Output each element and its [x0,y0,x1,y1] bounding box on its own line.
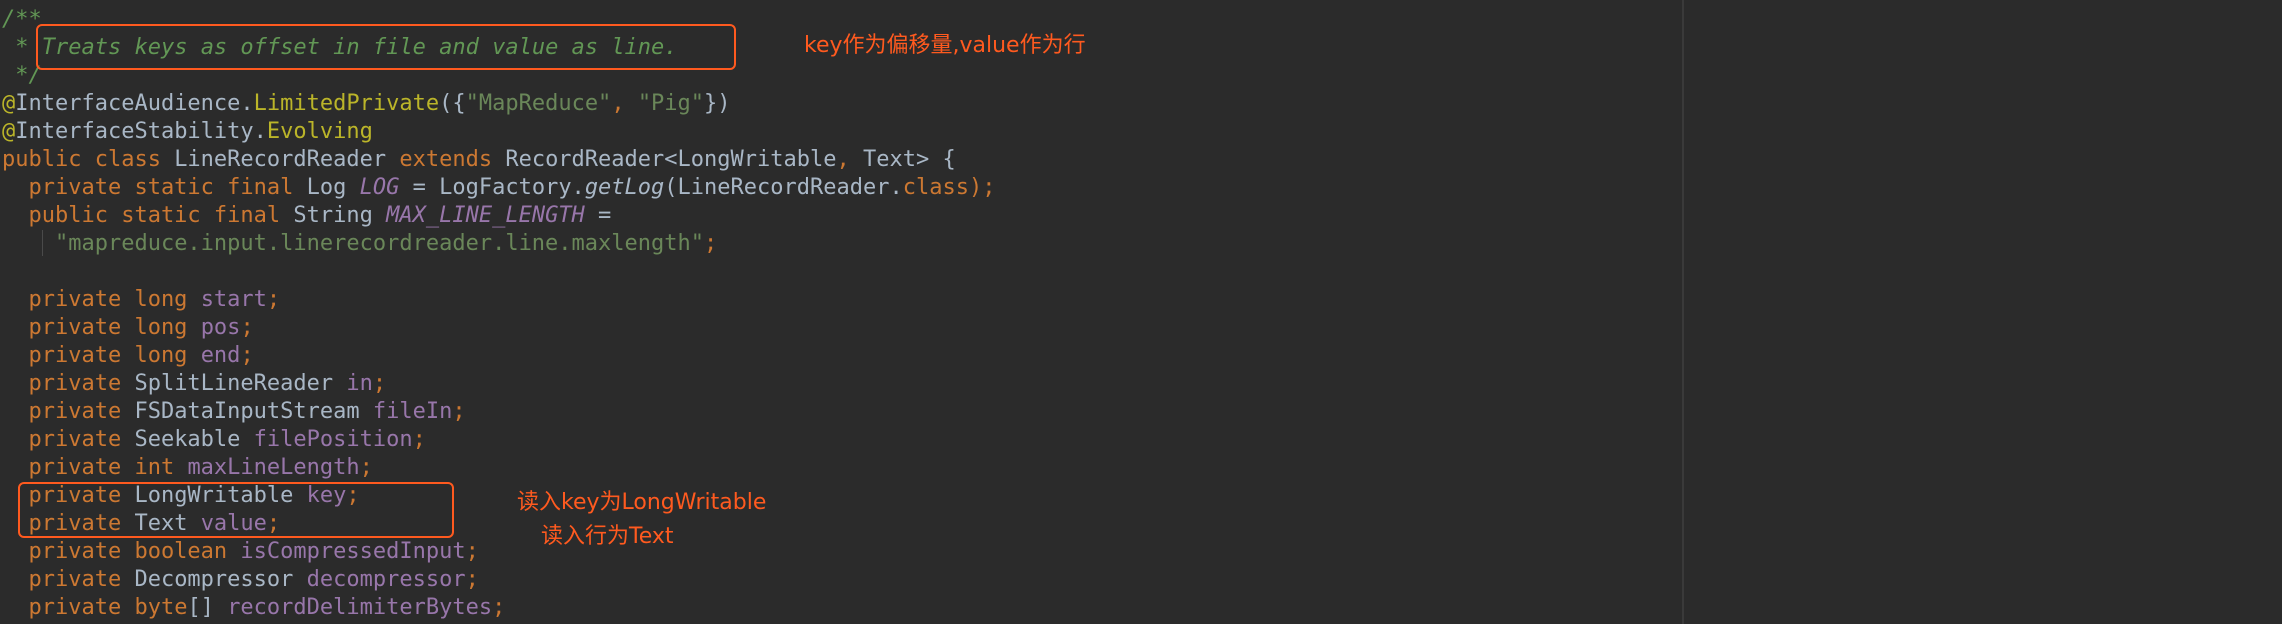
code-token: class [902,175,969,200]
code-token: , [836,147,863,172]
code-token: ; [465,567,479,592]
code-token: MAX_LINE_LENGTH [386,203,585,228]
code-token: ; [240,343,254,368]
code-token: byte [134,595,188,620]
code-token: private long [2,315,201,340]
code-token: ; [412,427,426,452]
code-token: (LineRecordReader. [664,175,903,200]
code-token: ; [492,595,506,620]
code-token: ; [465,539,479,564]
code-token: , [611,91,638,116]
code-token: getLog [584,175,665,200]
highlight-box-key-value [18,482,454,538]
code-token: InterfaceStability. [15,119,267,144]
code-line[interactable]: @InterfaceStability.Evolving [2,118,995,146]
code-token: Text> { [862,147,956,172]
code-line[interactable]: private Seekable filePosition; [2,426,995,454]
code-token: pos [200,315,241,340]
code-token: fileIn [372,399,453,424]
code-line[interactable]: private SplitLineReader in; [2,370,995,398]
code-token: private [2,427,135,452]
code-line[interactable]: private long start; [2,286,995,314]
code-token: private int [2,455,188,480]
code-token: }) [704,91,731,116]
code-token: private [2,595,135,620]
code-line[interactable]: private Decompressor decompressor; [2,566,995,594]
code-token: ; [372,371,387,396]
code-token: "Pig" [637,91,705,116]
code-token: ; [704,231,718,256]
code-token: = [584,203,612,228]
code-line[interactable]: private byte[] recordDelimiterBytes; [2,594,995,622]
code-token: "MapReduce" [465,91,612,116]
code-token: public class [2,147,175,172]
code-token: isCompressedInput [240,539,466,564]
code-line[interactable]: private boolean isCompressedInput; [2,538,995,566]
code-token: LimitedPrivate [253,91,440,116]
code-line[interactable]: private long end; [2,342,995,370]
code-line[interactable]: "mapreduce.input.linerecordreader.line.m… [2,230,995,258]
code-token: = LogFactory. [399,175,585,200]
code-line[interactable]: private int maxLineLength; [2,454,995,482]
code-token: LOG [359,175,400,200]
code-token: extends [399,147,506,172]
code-token: RecordReader<LongWritable [505,147,837,172]
code-line[interactable]: private long pos; [2,314,995,342]
code-token: LineRecordReader [174,147,400,172]
code-token: filePosition [253,427,413,452]
code-line[interactable]: private static final Log LOG = LogFactor… [2,174,995,202]
code-token: [] [187,595,228,620]
right-margin-guide [1682,0,1684,624]
code-token: String [293,203,387,228]
annotation-key-type: 读入key为LongWritable [517,490,767,515]
code-token: Decompressor [134,567,307,592]
annotation-value-type: 读入行为Text [541,524,674,549]
code-token: end [200,343,241,368]
code-token: private long [2,343,201,368]
code-line[interactable]: @InterfaceAudience.LimitedPrivate({"MapR… [2,90,995,118]
code-token: ({ [439,91,466,116]
code-token: private [2,399,135,424]
code-line[interactable]: private FSDataInputStream fileIn; [2,398,995,426]
code-token: start [200,287,267,312]
code-token: in [346,371,373,396]
code-token: Log [306,175,360,200]
code-token: FSDataInputStream [134,399,373,424]
code-token: InterfaceAudience. [15,91,254,116]
code-editor[interactable]: /** * Treats keys as offset in file and … [0,0,1682,624]
code-token: @ [2,119,16,144]
code-token: SplitLineReader [134,371,347,396]
code-token: private [2,567,135,592]
code-token: private [2,371,135,396]
indent-guide [42,230,43,256]
code-token: maxLineLength [187,455,360,480]
code-token: private static final [2,175,307,200]
code-token: ; [452,399,466,424]
code-token: ; [266,287,281,312]
code-token: private boolean [2,539,241,564]
code-line[interactable]: public class LineRecordReader extends Re… [2,146,995,174]
code-token: Evolving [266,119,373,144]
code-token: recordDelimiterBytes [227,595,493,620]
code-token: "mapreduce.input.linerecordreader.line.m… [54,231,704,256]
code-token: ); [968,175,996,200]
code-token: @ [2,91,16,116]
code-line[interactable]: public static final String MAX_LINE_LENG… [2,202,995,230]
highlight-box-comment [36,24,736,70]
code-token: decompressor [306,567,466,592]
code-token: Seekable [134,427,254,452]
code-token: ; [359,455,373,480]
code-line[interactable] [2,258,995,286]
code-token: private long [2,287,201,312]
annotation-key-offset: key作为偏移量,value作为行 [804,33,1086,58]
code-token: ; [240,315,254,340]
code-token: public static final [2,203,294,228]
